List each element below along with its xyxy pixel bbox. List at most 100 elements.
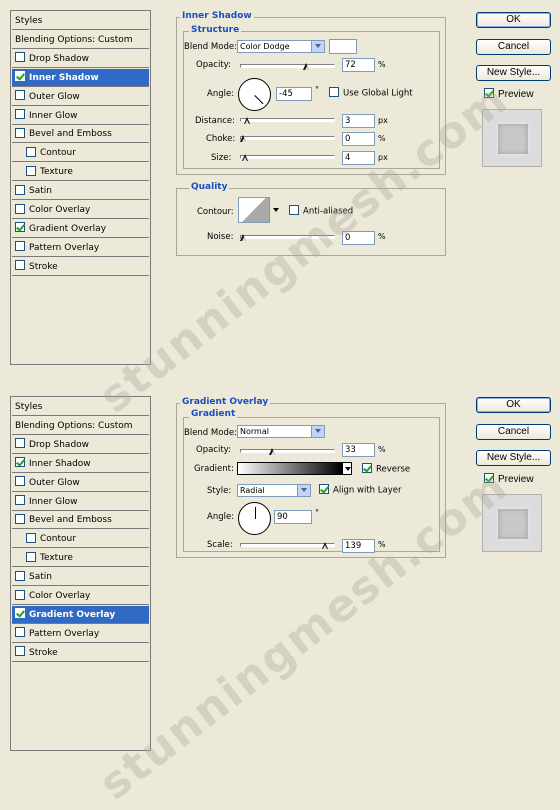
distance-field[interactable]: 3 [342,114,375,128]
sidebar-item-blending-options-custom[interactable]: Blending Options: Custom [12,31,149,49]
preview-checkbox[interactable]: Preview [484,88,534,100]
checkbox-icon[interactable] [15,570,25,581]
distance-slider[interactable] [240,117,335,124]
checkbox-icon[interactable] [15,90,25,101]
sidebar-item-label: Texture [40,553,73,564]
checkbox-icon[interactable] [15,457,25,468]
chevron-down-icon[interactable] [342,462,352,475]
checkbox-icon[interactable] [15,109,25,119]
noise-slider[interactable] [240,234,335,241]
sidebar-item-contour[interactable]: Contour [12,144,149,163]
slider-thumb[interactable] [321,542,329,549]
sidebar-item-color-overlay[interactable]: Color Overlay [12,587,149,605]
checkbox-icon[interactable] [15,438,25,449]
sidebar-item-satin[interactable]: Satin [12,568,149,587]
checkbox-icon[interactable] [15,260,25,271]
ok-button[interactable]: OK [476,397,551,413]
checkbox-icon[interactable] [26,146,36,157]
sidebar-item-satin[interactable]: Satin [12,182,149,201]
opacity-field[interactable]: 33 [342,443,375,457]
sidebar-item-texture[interactable]: Texture [12,549,149,568]
cancel-button[interactable]: Cancel [476,39,551,55]
sidebar-item-inner-shadow[interactable]: Inner Shadow [12,68,149,87]
align-with-layer-checkbox[interactable]: Align with Layer [319,484,401,496]
opacity-slider[interactable] [240,63,335,70]
checkbox-icon[interactable] [15,608,25,619]
new-style-button[interactable]: New Style... [476,450,551,466]
checkbox-icon[interactable] [15,513,25,524]
sidebar-item-texture[interactable]: Texture [12,163,149,182]
checkbox-icon[interactable] [26,165,36,176]
checkbox-icon[interactable] [15,127,25,138]
style-select[interactable]: Radial [237,484,311,497]
new-style-button[interactable]: New Style... [476,65,551,81]
chevron-down-icon[interactable] [272,197,281,223]
sidebar-item-stroke[interactable]: Stroke [12,258,149,276]
checkbox-icon[interactable] [15,589,25,600]
checkbox-icon[interactable] [15,184,25,195]
gradient-picker[interactable] [237,462,342,475]
checkbox-icon[interactable] [26,532,36,543]
cancel-button[interactable]: Cancel [476,424,551,440]
sidebar-item-drop-shadow[interactable]: Drop Shadow [12,50,149,68]
slider-thumb[interactable] [303,63,310,70]
sidebar-item-drop-shadow[interactable]: Drop Shadow [12,436,149,454]
sidebar-item-stroke[interactable]: Stroke [12,644,149,662]
contour-preview[interactable] [238,197,270,223]
slider-thumb[interactable] [243,117,251,124]
sidebar-item-styles[interactable]: Styles [12,12,149,30]
scale-slider[interactable] [240,542,335,549]
anti-aliased-checkbox[interactable]: Anti-aliased [289,205,353,217]
checkbox-icon[interactable] [15,52,25,63]
sidebar-item-styles[interactable]: Styles [12,398,149,416]
sidebar-item-contour[interactable]: Contour [12,530,149,549]
checkbox-icon[interactable] [15,222,25,233]
size-field[interactable]: 4 [342,151,375,165]
checkbox-icon[interactable] [15,203,25,214]
opacity-slider[interactable] [240,448,335,455]
sidebar-item-bevel-and-emboss[interactable]: Bevel and Emboss [12,125,149,144]
checkbox-icon[interactable] [15,476,25,487]
sidebar-item-color-overlay[interactable]: Color Overlay [12,201,149,219]
slider-thumb[interactable] [240,135,247,142]
slider-thumb[interactable] [241,154,249,161]
sidebar-item-gradient-overlay[interactable]: Gradient Overlay [12,605,149,624]
sidebar-item-inner-shadow[interactable]: Inner Shadow [12,455,149,473]
slider-thumb[interactable] [240,234,247,241]
sidebar-item-pattern-overlay[interactable]: Pattern Overlay [12,239,149,257]
noise-field[interactable]: 0 [342,231,375,245]
choke-field[interactable]: 0 [342,132,375,146]
checkbox-icon[interactable] [15,646,25,657]
preview-checkbox[interactable]: Preview [484,473,534,485]
checkbox-icon[interactable] [15,71,25,82]
choke-slider[interactable] [240,135,335,142]
sidebar-item-gradient-overlay[interactable]: Gradient Overlay [12,220,149,238]
slider-thumb[interactable] [269,448,276,455]
checkbox-icon[interactable] [26,551,36,562]
size-slider[interactable] [240,154,335,161]
checkbox-icon[interactable] [15,241,25,252]
sidebar-item-outer-glow[interactable]: Outer Glow [12,474,149,492]
shadow-color-swatch[interactable] [329,39,357,54]
sidebar-item-label: Bevel and Emboss [29,129,112,140]
sidebar-item-bevel-and-emboss[interactable]: Bevel and Emboss [12,511,149,530]
angle-field[interactable]: 90 [274,510,312,524]
checkbox-icon[interactable] [15,495,25,505]
reverse-checkbox[interactable]: Reverse [362,463,410,475]
blend-mode-select[interactable]: Normal [237,425,325,438]
sidebar-item-blending-options-custom[interactable]: Blending Options: Custom [12,417,149,435]
ok-button[interactable]: OK [476,12,551,28]
scale-field[interactable]: 139 [342,539,375,553]
sidebar-item-inner-glow[interactable]: Inner Glow [12,107,149,125]
blend-mode-select[interactable]: Color Dodge [237,40,325,53]
checkbox-icon[interactable] [15,627,25,638]
global-light-checkbox[interactable]: Use Global Light [329,87,413,99]
angle-field[interactable]: -45 [276,87,312,101]
sidebar-item-pattern-overlay[interactable]: Pattern Overlay [12,625,149,643]
angle-dial[interactable] [238,78,271,111]
angle-dial[interactable] [238,502,271,535]
sidebar-item-inner-glow[interactable]: Inner Glow [12,493,149,511]
sidebar-item-label: Stroke [29,261,58,272]
opacity-field[interactable]: 72 [342,58,375,72]
sidebar-item-outer-glow[interactable]: Outer Glow [12,88,149,106]
